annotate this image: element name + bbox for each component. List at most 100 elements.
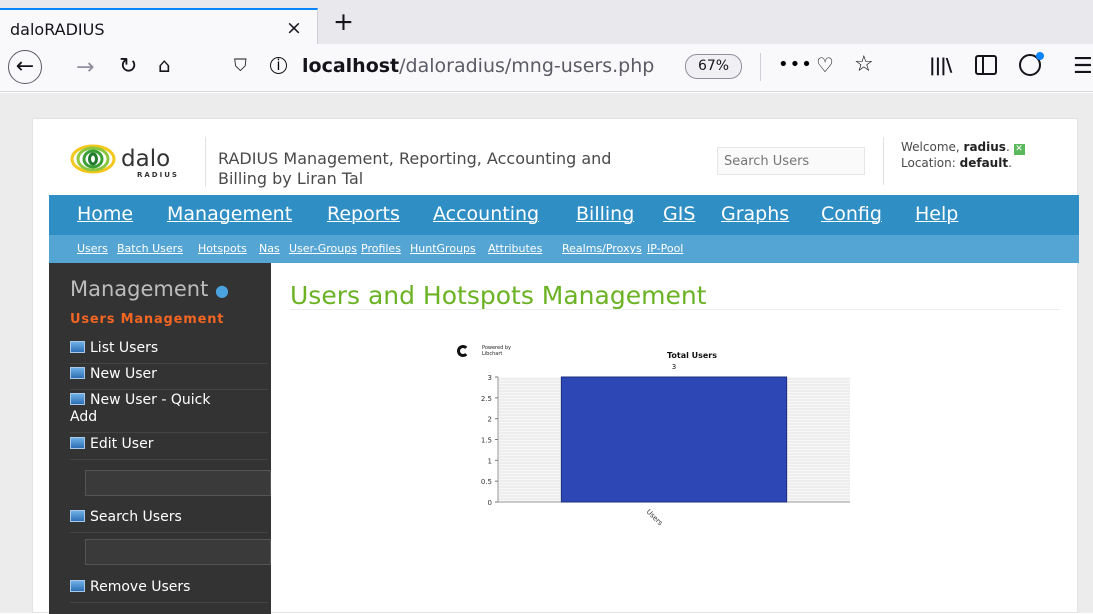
sidebar-item-label: Remove Users (90, 579, 191, 595)
back-arrow-icon[interactable]: ← (8, 50, 42, 84)
nav-management[interactable]: Management (167, 203, 292, 225)
tab-title: daloRADIUS (10, 20, 105, 39)
url-text[interactable]: localhost/daloradius/mng-users.php (302, 55, 654, 77)
y-tick-label: 0.5 (481, 478, 492, 486)
sidebar-item-new-user[interactable]: New User (70, 366, 268, 390)
forward-arrow-icon[interactable]: → (76, 57, 94, 79)
sidebar-toggle-icon[interactable] (975, 55, 997, 75)
shield-icon[interactable]: ⛉ (234, 56, 247, 76)
location-value: default (959, 156, 1009, 170)
nav-home[interactable]: Home (77, 203, 133, 225)
total-users-chart: Powered by Libchart 0 0.5 1 1.5 2 2.5 3 Total Us… (445, 341, 885, 541)
tab-bar: daloRADIUS × + (0, 0, 1093, 44)
sidebar-title: Management ● (70, 277, 229, 301)
dalo-logo[interactable]: dalo RADIUS (69, 141, 209, 181)
zoom-badge[interactable]: 67% (685, 54, 742, 79)
divider (290, 309, 1060, 310)
reload-icon[interactable]: ↻ (119, 56, 137, 78)
close-tab-icon[interactable]: × (286, 17, 302, 39)
subnav-huntgroups[interactable]: HuntGroups (410, 242, 476, 255)
libchart-text: Powered by Libchart (482, 345, 522, 357)
search-users-input[interactable] (717, 147, 865, 175)
sidebar-item-list-users[interactable]: List Users (70, 340, 268, 364)
site-tagline: RADIUS Management, Reporting, Accounting… (218, 149, 698, 189)
y-tick-label: 0 (488, 499, 492, 507)
main-navigation: Home Management Reports Accounting Billi… (49, 195, 1079, 235)
subnav-nas[interactable]: Nas (259, 242, 280, 255)
divider (760, 53, 761, 81)
sidebar-item-new-user-quick-add[interactable]: New User - Quick Add (70, 392, 268, 433)
logout-icon[interactable]: ✕ (1013, 144, 1025, 155)
list-users-icon (70, 341, 85, 353)
library-icon[interactable]: |||\ (929, 57, 952, 75)
welcome-prefix: Welcome, (901, 140, 964, 154)
dalo-page: dalo RADIUS RADIUS Management, Reporting… (32, 118, 1079, 614)
home-icon[interactable]: ⌂ (158, 55, 171, 75)
logo-text: dalo (121, 146, 170, 172)
subnav-profiles[interactable]: Profiles (361, 242, 401, 255)
x-tick-label: Users (645, 508, 665, 528)
search-users-field[interactable] (85, 539, 271, 565)
tagline-line2: Billing by Liran Tal (218, 169, 364, 188)
left-sidebar: Management ● Users Management List Users… (49, 263, 271, 614)
sidebar-item-label: New User - Quick (90, 392, 211, 408)
subnav-attributes[interactable]: Attributes (488, 242, 542, 255)
bookmark-star-icon[interactable]: ☆ (854, 52, 874, 77)
hamburger-menu-icon[interactable]: ☰ (1073, 56, 1093, 78)
y-tick-label: 2.5 (481, 395, 492, 403)
y-tick-label: 2 (488, 416, 492, 424)
libchart-badge: Powered by Libchart (457, 345, 517, 365)
libchart-line2: Libchart (482, 351, 503, 357)
page-title: Users and Hotspots Management (290, 281, 707, 310)
nav-reports[interactable]: Reports (327, 203, 400, 225)
new-tab-icon[interactable]: + (333, 9, 354, 34)
logo-subtext: RADIUS (137, 171, 179, 179)
page-viewport: dalo RADIUS RADIUS Management, Reporting… (0, 93, 1093, 614)
browser-tab[interactable]: daloRADIUS × (0, 8, 318, 44)
sidebar-item-edit-user[interactable]: Edit User (70, 436, 268, 460)
nav-help[interactable]: Help (915, 203, 958, 225)
subnav-realms-proxys[interactable]: Realms/Proxys (562, 242, 642, 255)
nav-config[interactable]: Config (821, 203, 882, 225)
tagline-line1: RADIUS Management, Reporting, Accounting… (218, 149, 612, 168)
address-bar[interactable]: ⛉ i localhost/daloradius/mng-users.php 6… (222, 49, 884, 85)
url-host: localhost (302, 55, 400, 77)
search-users-icon (70, 510, 85, 522)
y-tick-label: 3 (488, 374, 492, 382)
nav-gis[interactable]: GIS (663, 203, 695, 225)
info-icon[interactable]: i (270, 57, 287, 74)
subnav-users[interactable]: Users (77, 242, 108, 255)
data-label: 3 (672, 363, 676, 371)
subnav-ip-pool[interactable]: IP-Pool (647, 242, 683, 255)
url-path: /daloradius/mng-users.php (399, 55, 655, 77)
more-actions-icon[interactable]: ••• (778, 54, 813, 75)
edit-user-input[interactable] (85, 470, 271, 496)
sidebar-subtitle: Users Management (70, 312, 225, 327)
chart-svg: 0 0.5 1 1.5 2 2.5 3 Total Users 3 Users (481, 351, 850, 528)
subnav-hotspots[interactable]: Hotspots (198, 242, 247, 255)
quick-add-icon (70, 393, 85, 405)
bar (560, 376, 788, 503)
sidebar-item-remove-users[interactable]: Remove Users (70, 579, 268, 603)
sidebar-item-label: New User (90, 366, 157, 382)
sidebar-item-label: Search Users (90, 509, 182, 525)
subnav-batch-users[interactable]: Batch Users (117, 242, 183, 255)
sidebar-item-label-cont: Add (70, 409, 98, 425)
y-tick-label: 1 (488, 457, 492, 465)
subnav-user-groups[interactable]: User-Groups (289, 242, 357, 255)
sidebar-title-text: Management (70, 277, 209, 301)
sidebar-item-label: Edit User (90, 436, 154, 452)
droplet-icon: ● (215, 281, 229, 300)
edit-user-icon (70, 437, 85, 449)
chart-title: Total Users (667, 351, 717, 360)
nav-billing[interactable]: Billing (576, 203, 634, 225)
sidebar-item-search-users[interactable]: Search Users (70, 509, 268, 533)
libchart-logo-icon (457, 345, 469, 357)
site-header: dalo RADIUS RADIUS Management, Reporting… (33, 119, 1079, 197)
welcome-user: radius (963, 140, 1006, 154)
nav-graphs[interactable]: Graphs (721, 203, 789, 225)
pocket-icon[interactable]: ♡ (816, 53, 834, 77)
new-user-icon (70, 367, 85, 379)
account-icon[interactable] (1019, 52, 1044, 76)
nav-accounting[interactable]: Accounting (433, 203, 539, 225)
